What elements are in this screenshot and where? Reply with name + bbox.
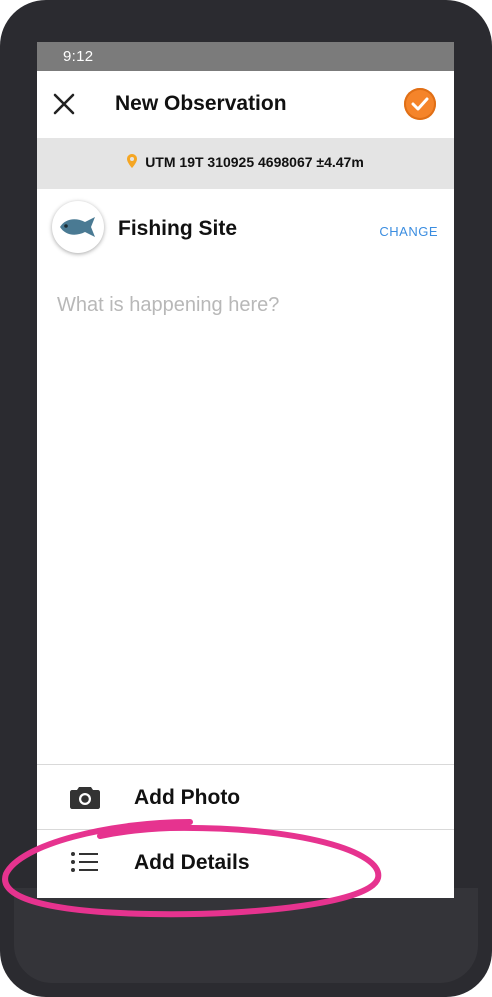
list-icon — [71, 852, 98, 872]
location-coordinates: UTM 19T 310925 4698067 ±4.47m — [145, 154, 364, 170]
page-title: New Observation — [115, 92, 287, 115]
add-photo-button[interactable]: Add Photo — [37, 764, 454, 829]
camera-icon — [70, 787, 100, 809]
add-details-label: Add Details — [134, 851, 250, 874]
add-details-button[interactable]: Add Details — [37, 829, 454, 894]
preset-name: Fishing Site — [118, 217, 238, 240]
location-bar: UTM 19T 310925 4698067 ±4.47m — [37, 138, 454, 189]
confirm-button[interactable] — [404, 88, 436, 120]
device-bottom-bezel — [14, 888, 478, 983]
preset-row: Fishing Site CHANGE — [37, 189, 454, 269]
observation-notes-input[interactable] — [57, 290, 437, 320]
preset-avatar[interactable] — [52, 201, 104, 253]
phone-screen: 9:12 New Observation UTM 19T 310925 4698… — [37, 42, 454, 898]
add-photo-label: Add Photo — [134, 786, 241, 809]
fish-icon — [60, 217, 95, 237]
location-pin-icon — [127, 154, 138, 168]
bottom-actions: Add Photo Add Details — [37, 764, 454, 898]
app-bar: New Observation — [37, 71, 454, 138]
change-preset-button[interactable]: CHANGE — [379, 224, 438, 239]
status-time: 9:12 — [63, 48, 94, 65]
close-button[interactable] — [51, 91, 77, 117]
close-icon — [53, 93, 75, 115]
checkmark-icon — [411, 97, 429, 111]
status-bar: 9:12 — [37, 42, 454, 71]
